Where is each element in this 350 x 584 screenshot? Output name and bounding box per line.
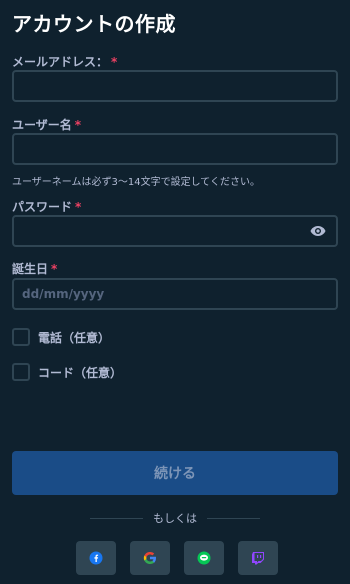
code-option-label: コード（任意） bbox=[38, 365, 123, 380]
divider-line bbox=[207, 517, 260, 519]
email-field-wrapper bbox=[12, 70, 338, 102]
phone-option-label: 電話（任意） bbox=[38, 330, 111, 345]
social-login-row bbox=[76, 541, 278, 575]
birthday-label: 誕生日 * bbox=[12, 260, 57, 277]
birthday-field[interactable] bbox=[14, 280, 336, 308]
facebook-login-button[interactable] bbox=[76, 541, 116, 575]
required-mark: * bbox=[51, 262, 58, 276]
required-mark: * bbox=[74, 118, 82, 132]
birthday-field-wrapper bbox=[12, 278, 338, 310]
or-divider: もしくは bbox=[90, 510, 260, 526]
birthday-label-text: 誕生日 bbox=[12, 262, 49, 276]
password-label-text: パスワード bbox=[12, 200, 73, 214]
line-login-button[interactable] bbox=[184, 541, 224, 575]
required-mark: * bbox=[111, 55, 118, 69]
phone-checkbox[interactable] bbox=[12, 328, 30, 346]
password-label: パスワード * bbox=[12, 198, 81, 215]
username-label: ユーザー名 * bbox=[12, 116, 81, 133]
code-option[interactable]: コード（任意） bbox=[12, 363, 122, 381]
email-field[interactable] bbox=[14, 72, 336, 100]
username-label-text: ユーザー名 bbox=[12, 118, 72, 132]
google-login-button[interactable] bbox=[130, 541, 170, 575]
google-icon bbox=[143, 552, 156, 564]
username-field[interactable] bbox=[14, 135, 336, 163]
divider-text: もしくは bbox=[153, 512, 197, 525]
email-label: メールアドレス： * bbox=[12, 53, 117, 70]
password-field-wrapper bbox=[12, 215, 338, 247]
username-field-wrapper bbox=[12, 133, 338, 165]
facebook-icon bbox=[89, 551, 103, 565]
code-checkbox[interactable] bbox=[12, 363, 30, 381]
page-title: アカウントの作成 bbox=[12, 12, 176, 36]
create-account-page: アカウントの作成 メールアドレス： * ユーザー名 * ユーザーネームは必ず3〜14… bbox=[0, 0, 350, 584]
eye-icon[interactable] bbox=[310, 225, 326, 237]
twitch-login-button[interactable] bbox=[238, 541, 278, 575]
divider-line bbox=[90, 517, 143, 519]
email-label-text: メールアドレス： bbox=[12, 55, 109, 69]
line-icon bbox=[197, 551, 211, 565]
password-field[interactable] bbox=[14, 217, 336, 245]
continue-button[interactable]: 続ける bbox=[12, 451, 338, 495]
required-mark: * bbox=[75, 200, 82, 214]
twitch-icon bbox=[252, 552, 264, 565]
phone-option[interactable]: 電話（任意） bbox=[12, 328, 110, 346]
username-hint: ユーザーネームは必ず3〜14文字で設定してください。 bbox=[12, 177, 260, 188]
